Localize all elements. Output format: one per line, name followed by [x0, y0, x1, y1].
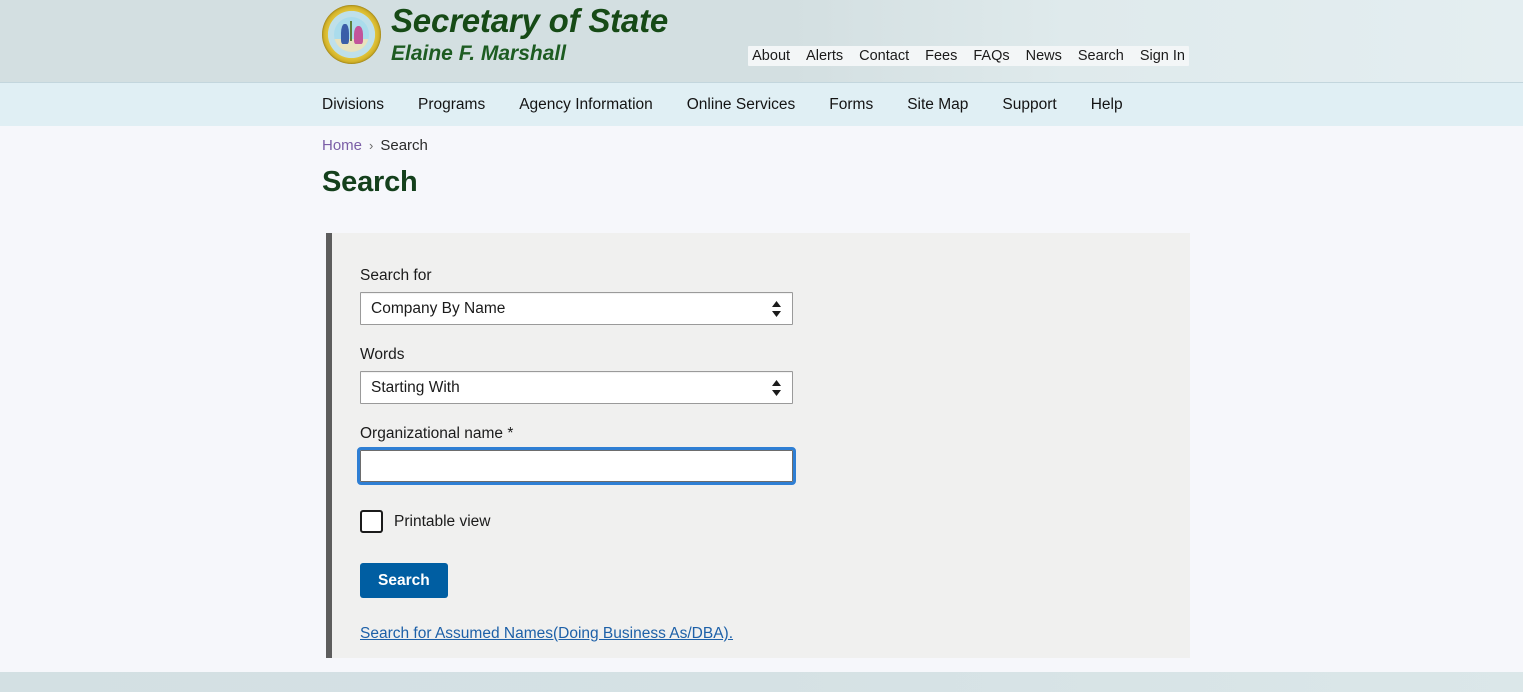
nav-item-agency-information[interactable]: Agency Information [519, 96, 653, 114]
breadcrumb-separator-icon: › [369, 138, 373, 153]
nav-item-support[interactable]: Support [1002, 96, 1056, 114]
nav-item-online-services[interactable]: Online Services [687, 96, 796, 114]
search-form-panel: Search for Company By Name Words Startin… [326, 233, 1190, 658]
printable-view-label: Printable view [394, 513, 491, 531]
organizational-name-label: Organizational name * [360, 425, 1190, 443]
search-for-select[interactable]: Company By Name [360, 292, 793, 325]
words-value: Starting With [371, 379, 460, 397]
words-label: Words [360, 346, 1190, 364]
utility-nav-item-faqs[interactable]: FAQs [973, 48, 1009, 64]
utility-nav: About Alerts Contact Fees FAQs News Sear… [748, 46, 1189, 66]
site-masthead: Secretary of State Elaine F. Marshall Ab… [0, 0, 1523, 82]
breadcrumb-current: Search [380, 137, 428, 154]
utility-nav-item-alerts[interactable]: Alerts [806, 48, 843, 64]
brand-title: Secretary of State [391, 4, 668, 39]
utility-nav-item-sign-in[interactable]: Sign In [1140, 48, 1185, 64]
nav-item-site-map[interactable]: Site Map [907, 96, 968, 114]
utility-nav-item-contact[interactable]: Contact [859, 48, 909, 64]
nav-item-help[interactable]: Help [1091, 96, 1123, 114]
organizational-name-input[interactable] [360, 450, 793, 482]
main-navigation: Divisions Programs Agency Information On… [0, 82, 1523, 126]
page-content: Home › Search Search Search for Company … [0, 126, 1523, 686]
nav-item-forms[interactable]: Forms [829, 96, 873, 114]
utility-nav-item-news[interactable]: News [1026, 48, 1062, 64]
words-select[interactable]: Starting With [360, 371, 793, 404]
nav-item-divisions[interactable]: Divisions [322, 96, 384, 114]
search-for-label: Search for [360, 267, 1190, 285]
search-submit-button[interactable]: Search [360, 563, 448, 598]
site-brand[interactable]: Secretary of State Elaine F. Marshall [322, 3, 668, 66]
search-for-value: Company By Name [371, 300, 505, 318]
nc-state-seal-icon [322, 5, 381, 64]
utility-nav-item-about[interactable]: About [752, 48, 790, 64]
page-title: Search [322, 166, 418, 199]
breadcrumb-home-link[interactable]: Home [322, 137, 362, 154]
assumed-names-dba-link[interactable]: Search for Assumed Names(Doing Business … [360, 625, 733, 643]
footer-band [0, 672, 1523, 692]
utility-nav-item-search[interactable]: Search [1078, 48, 1124, 64]
printable-view-row[interactable]: Printable view [360, 510, 1190, 533]
nav-item-programs[interactable]: Programs [418, 96, 485, 114]
utility-nav-item-fees[interactable]: Fees [925, 48, 957, 64]
printable-view-checkbox[interactable] [360, 510, 383, 533]
brand-subtitle: Elaine F. Marshall [391, 42, 668, 66]
breadcrumb: Home › Search [322, 137, 428, 154]
